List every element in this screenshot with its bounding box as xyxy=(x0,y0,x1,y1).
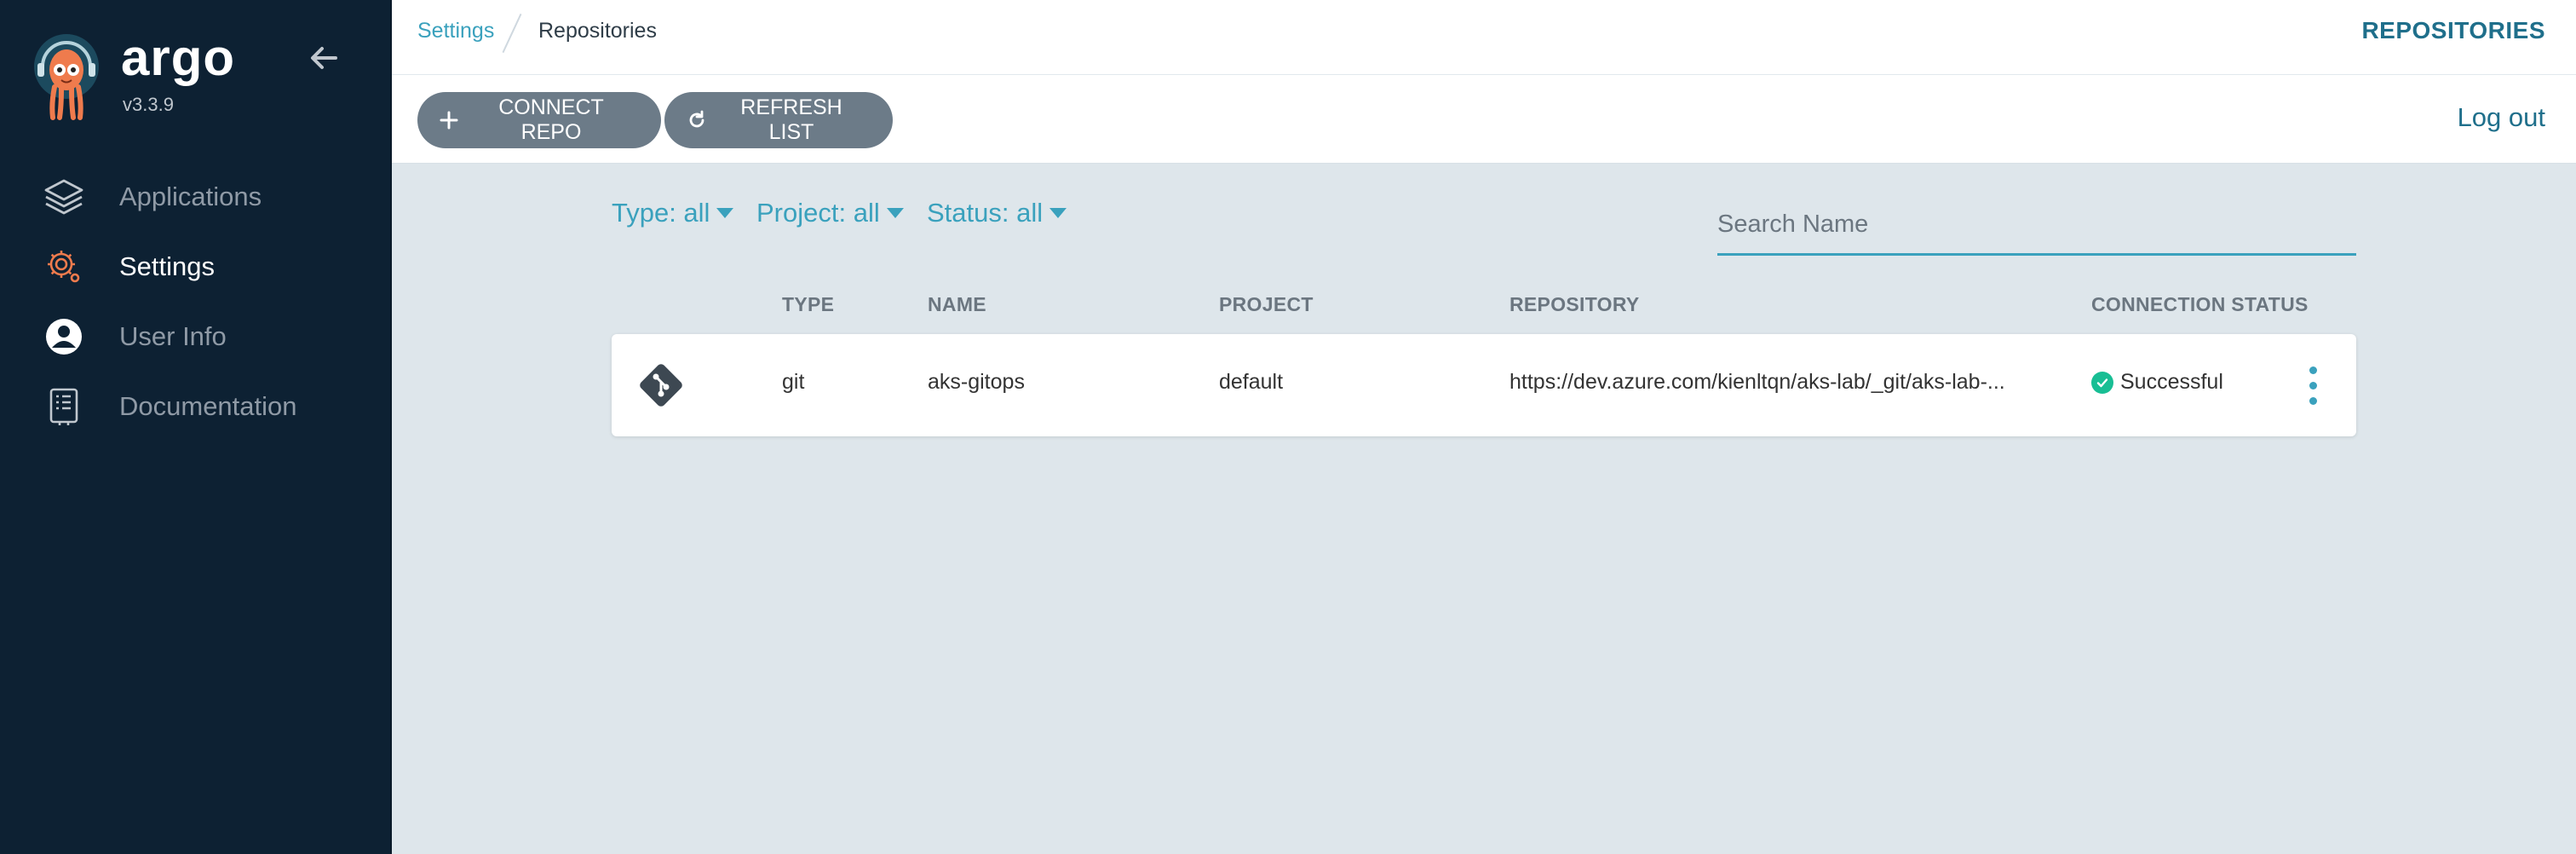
status-filter-label: Status: all xyxy=(927,198,1044,228)
column-header-connection-status: CONNECTION STATUS xyxy=(2091,293,2309,315)
sidebar-nav: Applications Settings User Info Document… xyxy=(0,162,392,441)
sidebar-item-label: Documentation xyxy=(119,391,297,421)
sidebar-item-user-info[interactable]: User Info xyxy=(0,302,392,372)
brand-name: argo xyxy=(121,29,236,86)
project-filter-dropdown[interactable]: Project: all xyxy=(756,198,904,228)
sidebar: argo v3.3.9 Applications Settings User I… xyxy=(0,0,392,854)
column-header-name: NAME xyxy=(928,293,986,315)
caret-down-icon xyxy=(716,208,734,218)
status-filter-dropdown[interactable]: Status: all xyxy=(927,198,1067,228)
version-label: v3.3.9 xyxy=(123,94,174,115)
logout-link[interactable]: Log out xyxy=(2458,102,2545,133)
type-filter-label: Type: all xyxy=(612,198,710,228)
sidebar-item-applications[interactable]: Applications xyxy=(0,162,392,232)
check-circle-icon xyxy=(2091,371,2113,394)
column-header-type: TYPE xyxy=(782,293,835,315)
breadcrumb-settings[interactable]: Settings xyxy=(417,19,494,43)
column-header-repository: REPOSITORY xyxy=(1509,293,1640,315)
refresh-list-button[interactable]: REFRESH LIST xyxy=(664,92,893,148)
argo-logo-icon[interactable] xyxy=(31,32,102,121)
page-title: REPOSITORIES xyxy=(2361,17,2545,43)
connection-status: Successful xyxy=(2091,370,2223,395)
table-row[interactable]: git aks-gitops default https://dev.azure… xyxy=(612,334,2356,436)
breadcrumb-separator xyxy=(502,13,522,54)
refresh-list-label: REFRESH LIST xyxy=(740,95,842,144)
repo-project: default xyxy=(1219,370,1284,394)
status-label: Successful xyxy=(2120,370,2223,394)
sidebar-item-documentation[interactable]: Documentation xyxy=(0,372,392,441)
plus-icon xyxy=(440,111,458,130)
connect-repo-label: CONNECT REPO xyxy=(498,95,604,144)
sidebar-item-label: Applications xyxy=(119,182,262,211)
project-filter-label: Project: all xyxy=(756,198,880,228)
user-icon xyxy=(43,315,85,358)
kebab-menu-icon[interactable] xyxy=(2307,366,2319,406)
caret-down-icon xyxy=(886,208,904,218)
repo-name: aks-gitops xyxy=(928,370,1025,394)
toolbar: CONNECT REPO REFRESH LIST Log out xyxy=(392,75,2576,164)
repo-type: git xyxy=(782,370,805,394)
search-input[interactable] xyxy=(1717,196,2356,256)
refresh-icon xyxy=(687,110,707,130)
caret-down-icon xyxy=(1049,208,1067,218)
sidebar-item-settings[interactable]: Settings xyxy=(0,232,392,302)
collapse-sidebar-icon[interactable] xyxy=(307,41,341,75)
top-bar: Settings Repositories REPOSITORIES xyxy=(392,0,2576,75)
connect-repo-button[interactable]: CONNECT REPO xyxy=(417,92,661,148)
breadcrumb-repositories: Repositories xyxy=(538,19,657,43)
layers-icon xyxy=(43,176,85,218)
gear-icon xyxy=(43,245,85,288)
type-filter-dropdown[interactable]: Type: all xyxy=(612,198,734,228)
book-icon xyxy=(43,385,85,428)
sidebar-item-label: User Info xyxy=(119,321,227,351)
git-icon xyxy=(637,361,685,409)
column-header-project: PROJECT xyxy=(1219,293,1314,315)
repo-url: https://dev.azure.com/kienltqn/aks-lab/_… xyxy=(1509,370,2005,394)
sidebar-item-label: Settings xyxy=(119,251,216,281)
